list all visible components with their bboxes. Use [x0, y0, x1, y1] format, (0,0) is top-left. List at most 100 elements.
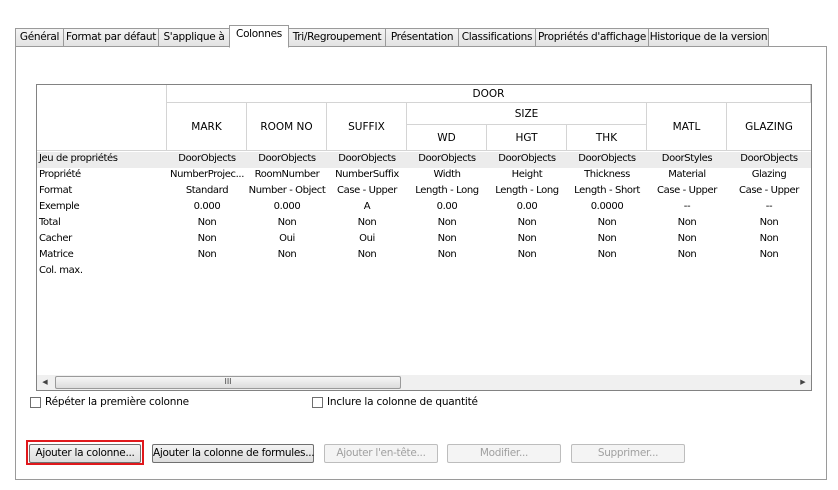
- table-cell[interactable]: Non: [487, 217, 567, 228]
- columns-grid[interactable]: DOOR MARK ROOM NO SUFFIX SIZE WD HGT THK…: [36, 84, 812, 377]
- table-row[interactable]: Propriété NumberProjec... RoomNumber Number…: [37, 168, 811, 184]
- table-cell[interactable]: Width: [407, 169, 487, 180]
- table-cell[interactable]: Non: [247, 217, 327, 228]
- row-label: Exemple: [39, 201, 80, 212]
- table-cell[interactable]: Non: [487, 249, 567, 260]
- header-room-no[interactable]: ROOM NO: [247, 103, 327, 151]
- header-thk[interactable]: THK: [567, 125, 647, 151]
- modify-button[interactable]: Modifier...: [447, 444, 561, 463]
- table-cell[interactable]: Length - Long: [407, 185, 487, 196]
- table-cell[interactable]: Case - Upper: [647, 185, 727, 196]
- table-cell[interactable]: Non: [727, 249, 811, 260]
- tab-columns[interactable]: Colonnes: [229, 25, 289, 48]
- table-row[interactable]: Total Non Non Non Non Non Non Non Non: [37, 216, 811, 232]
- table-cell[interactable]: Non: [407, 233, 487, 244]
- table-cell[interactable]: --: [727, 201, 811, 212]
- repeat-first-column-checkbox[interactable]: Répéter la première colonne: [30, 395, 189, 409]
- add-header-button[interactable]: Ajouter l'en-tête...: [324, 444, 438, 463]
- table-cell[interactable]: DoorObjects: [247, 153, 327, 164]
- add-formula-column-button[interactable]: Ajouter la colonne de formules...: [152, 444, 315, 463]
- header-corner: [37, 85, 167, 151]
- table-cell[interactable]: NumberSuffix: [327, 169, 407, 180]
- table-cell[interactable]: Height: [487, 169, 567, 180]
- table-cell[interactable]: --: [647, 201, 727, 212]
- table-cell[interactable]: DoorObjects: [567, 153, 647, 164]
- table-cell[interactable]: Length - Short: [567, 185, 647, 196]
- header-door[interactable]: DOOR: [167, 85, 811, 103]
- table-row[interactable]: Matrice Non Non Non Non Non Non Non Non: [37, 248, 811, 264]
- table-cell[interactable]: Non: [407, 249, 487, 260]
- table-cell[interactable]: Non: [167, 217, 247, 228]
- scroll-left-icon[interactable]: ◀: [38, 376, 52, 389]
- checkbox-box[interactable]: [30, 396, 41, 408]
- table-cell[interactable]: Case - Upper: [727, 185, 811, 196]
- header-mark[interactable]: MARK: [167, 103, 247, 151]
- table-cell[interactable]: 0.00: [487, 201, 567, 212]
- scroll-thumb[interactable]: III: [55, 376, 401, 389]
- header-suffix[interactable]: SUFFIX: [327, 103, 407, 151]
- table-cell[interactable]: A: [327, 201, 407, 212]
- table-row[interactable]: Cacher Non Oui Oui Non Non Non Non Non: [37, 232, 811, 248]
- table-cell[interactable]: DoorObjects: [327, 153, 407, 164]
- table-cell[interactable]: Oui: [247, 233, 327, 244]
- table-cell[interactable]: DoorStyles: [647, 153, 727, 164]
- table-cell[interactable]: Material: [647, 169, 727, 180]
- header-hgt[interactable]: HGT: [487, 125, 567, 151]
- table-cell[interactable]: Glazing: [727, 169, 811, 180]
- table-cell[interactable]: Thickness: [567, 169, 647, 180]
- table-row[interactable]: Col. max.: [37, 264, 811, 280]
- table-cell[interactable]: Non: [567, 233, 647, 244]
- header-wd[interactable]: WD: [407, 125, 487, 151]
- row-label: Total: [39, 217, 61, 228]
- table-cell[interactable]: Case - Upper: [327, 185, 407, 196]
- table-cell[interactable]: 0.00: [407, 201, 487, 212]
- scroll-right-icon[interactable]: ▶: [796, 376, 810, 389]
- tab-applies-to[interactable]: S'applique à: [158, 28, 230, 46]
- table-cell[interactable]: Non: [487, 233, 567, 244]
- table-cell[interactable]: DoorObjects: [407, 153, 487, 164]
- table-cell[interactable]: Number - Object: [247, 185, 327, 196]
- table-cell[interactable]: 0.000: [167, 201, 247, 212]
- table-cell[interactable]: Non: [567, 217, 647, 228]
- table-cell[interactable]: DoorObjects: [727, 153, 811, 164]
- table-row[interactable]: Jeu de propriétés DoorObjects DoorObjects D…: [37, 152, 811, 168]
- tab-general[interactable]: Général: [15, 28, 64, 46]
- header-matl[interactable]: MATL: [647, 103, 727, 151]
- delete-button[interactable]: Supprimer...: [571, 444, 685, 463]
- table-cell[interactable]: Non: [167, 233, 247, 244]
- header-size[interactable]: SIZE: [407, 103, 647, 125]
- header-glazing[interactable]: GLAZING: [727, 103, 811, 151]
- table-row[interactable]: Exemple 0.000 0.000 A 0.00 0.00 0.0000 -- --: [37, 200, 811, 216]
- table-cell[interactable]: DoorObjects: [487, 153, 567, 164]
- checkbox-box[interactable]: [312, 396, 323, 408]
- tab-display-properties[interactable]: Propriétés d'affichage: [535, 28, 649, 46]
- table-cell[interactable]: Non: [727, 233, 811, 244]
- table-cell[interactable]: DoorObjects: [167, 153, 247, 164]
- tab-classifications[interactable]: Classifications: [458, 28, 536, 46]
- table-cell[interactable]: Non: [327, 217, 407, 228]
- tab-version-history[interactable]: Historique de la version: [648, 28, 769, 46]
- table-cell[interactable]: Oui: [327, 233, 407, 244]
- table-cell[interactable]: Non: [247, 249, 327, 260]
- table-cell[interactable]: Non: [327, 249, 407, 260]
- table-cell[interactable]: Non: [727, 217, 811, 228]
- table-cell[interactable]: Length - Long: [487, 185, 567, 196]
- table-cell[interactable]: Non: [647, 233, 727, 244]
- include-quantity-column-checkbox[interactable]: Inclure la colonne de quantité: [312, 395, 478, 409]
- table-cell[interactable]: 0.000: [247, 201, 327, 212]
- row-label: Col. max.: [39, 265, 83, 276]
- table-cell[interactable]: Non: [647, 249, 727, 260]
- tab-default-format[interactable]: Format par défaut: [63, 28, 159, 46]
- table-cell[interactable]: Non: [407, 217, 487, 228]
- table-cell[interactable]: RoomNumber: [247, 169, 327, 180]
- tab-layout[interactable]: Présentation: [385, 28, 459, 46]
- table-cell[interactable]: NumberProjec...: [167, 169, 247, 180]
- table-cell[interactable]: 0.0000: [567, 201, 647, 212]
- table-cell[interactable]: Non: [167, 249, 247, 260]
- table-cell[interactable]: Standard: [167, 185, 247, 196]
- horizontal-scrollbar[interactable]: ◀ III ▶: [36, 375, 812, 391]
- tab-sort-group[interactable]: Tri/Regroupement: [288, 28, 386, 46]
- table-cell[interactable]: Non: [647, 217, 727, 228]
- table-row[interactable]: Format Standard Number - Object Case - Uppe…: [37, 184, 811, 200]
- table-cell[interactable]: Non: [567, 249, 647, 260]
